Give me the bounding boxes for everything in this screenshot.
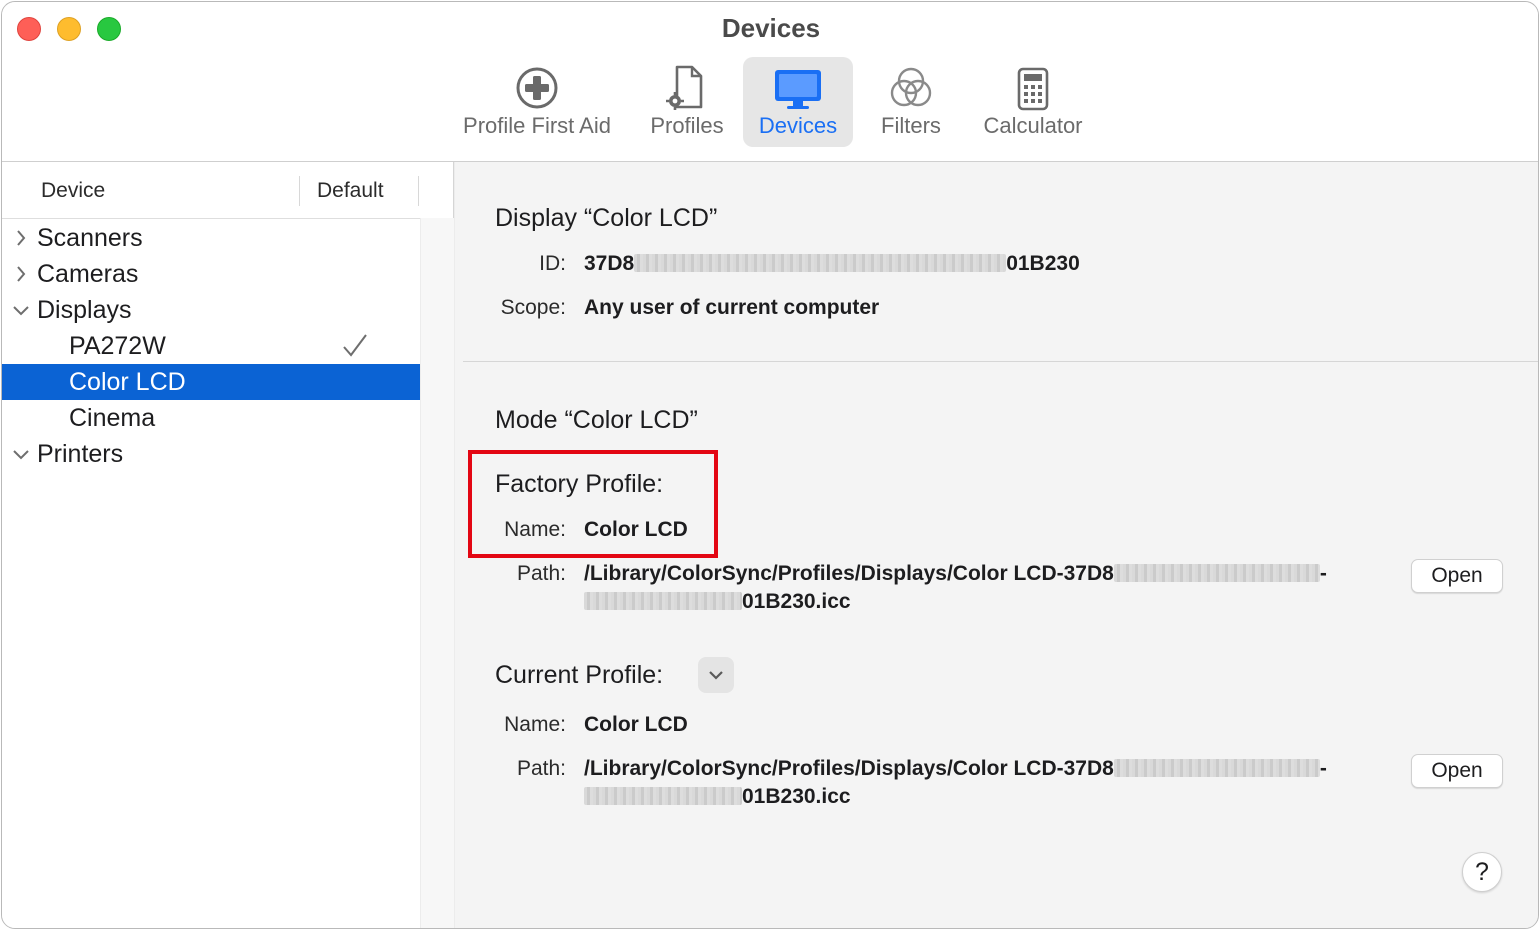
id-value: 37D8 01B230: [584, 252, 1080, 276]
sidebar-item-label: Printers: [37, 440, 124, 468]
current-path-line1: /Library/ColorSync/Profiles/Displays/Col…: [584, 757, 1327, 781]
checkmark-icon: [342, 332, 368, 360]
current-profile-heading: Current Profile:: [495, 661, 664, 689]
toolbar-item-devices[interactable]: Devices: [743, 57, 853, 147]
chevron-down-icon: [709, 671, 723, 680]
path-text: /Library/ColorSync/Profiles/Displays/Col…: [584, 757, 1114, 780]
path-text: 01B230.icc: [742, 785, 851, 808]
device-sidebar: Device Default Scanners Cameras Displays…: [2, 162, 454, 928]
window-title: Devices: [721, 13, 821, 43]
id-prefix: 37D8: [584, 252, 635, 275]
calculator-icon: [1007, 63, 1059, 113]
toolbar: Devices Profile First Aid Profiles Devic…: [2, 2, 1538, 162]
path-dash: -: [1319, 757, 1327, 780]
chevron-right-icon[interactable]: [12, 256, 30, 292]
help-button[interactable]: ?: [1462, 852, 1502, 892]
filters-icon: [885, 63, 937, 113]
sidebar-item-scanners[interactable]: Scanners: [2, 220, 420, 256]
chevron-right-icon[interactable]: [12, 220, 30, 256]
toolbar-item-label: Calculator: [983, 113, 1083, 138]
factory-open-button[interactable]: Open: [1411, 559, 1503, 593]
sidebar-item-label: Displays: [37, 296, 132, 324]
toolbar-item-label: Profile First Aid: [463, 113, 611, 138]
current-profile-popup-button[interactable]: [698, 657, 734, 693]
path-text: 01B230.icc: [742, 590, 851, 613]
sidebar-item-displays[interactable]: Displays: [2, 292, 420, 328]
factory-path-label: Path:: [516, 562, 566, 585]
sidebar-item-label: Color LCD: [69, 368, 186, 396]
scope-label: Scope:: [500, 296, 566, 319]
sidebar-item-color-lcd[interactable]: Color LCD: [2, 364, 420, 400]
column-separator: [418, 176, 419, 206]
factory-name-label: Name:: [504, 518, 566, 541]
toolbar-item-calculator[interactable]: Calculator: [972, 57, 1094, 147]
toolbar-item-label: Filters: [881, 113, 941, 138]
display-icon: [772, 63, 824, 113]
factory-path-line2: 01B230.icc: [584, 590, 851, 614]
sidebar-item-label: Cinema: [69, 404, 156, 432]
current-name-value: Color LCD: [584, 713, 688, 736]
device-detail-pane: Display “Color LCD” ID: 37D8 01B230 Scope…: [455, 162, 1538, 928]
toolbar-item-label: Profiles: [650, 113, 724, 138]
toolbar-item-profile-first-aid[interactable]: Profile First Aid: [452, 57, 622, 147]
chevron-down-icon[interactable]: [12, 436, 30, 472]
chevron-down-icon[interactable]: [12, 292, 30, 328]
toolbar-item-profiles[interactable]: Profiles: [642, 57, 732, 147]
column-header-default[interactable]: Default: [317, 162, 384, 218]
header-divider: [2, 218, 420, 219]
first-aid-icon: [511, 63, 563, 113]
sidebar-item-cinema[interactable]: Cinema: [2, 400, 420, 436]
path-dash: -: [1319, 562, 1327, 585]
current-name-label: Name:: [504, 713, 566, 736]
sidebar-item-label: Cameras: [37, 260, 139, 288]
current-open-button[interactable]: Open: [1411, 754, 1503, 788]
redacted-id-segment: [634, 254, 1007, 272]
redacted-path-segment: [584, 787, 742, 805]
sidebar-item-pa272w[interactable]: PA272W: [2, 328, 420, 364]
sidebar-item-printers[interactable]: Printers: [2, 436, 420, 472]
display-heading: Display “Color LCD”: [495, 204, 718, 232]
factory-path-line1: /Library/ColorSync/Profiles/Displays/Col…: [584, 562, 1327, 586]
mode-heading: Mode “Color LCD”: [495, 406, 698, 434]
toolbar-item-filters[interactable]: Filters: [872, 57, 950, 147]
sidebar-item-cameras[interactable]: Cameras: [2, 256, 420, 292]
redacted-path-segment: [1113, 759, 1320, 777]
sidebar-item-label: Scanners: [37, 224, 143, 252]
path-text: /Library/ColorSync/Profiles/Displays/Col…: [584, 562, 1114, 585]
scope-value: Any user of current computer: [584, 296, 880, 319]
profile-document-icon: [661, 63, 713, 113]
current-path-label: Path:: [516, 757, 566, 780]
redacted-path-segment: [584, 592, 742, 610]
column-separator: [299, 176, 300, 206]
factory-profile-heading: Factory Profile:: [495, 470, 664, 498]
id-suffix: 01B230: [1006, 252, 1080, 275]
sidebar-item-label: PA272W: [69, 332, 166, 360]
toolbar-item-label: Devices: [758, 113, 838, 138]
redacted-path-segment: [1113, 564, 1320, 582]
factory-name-value: Color LCD: [584, 518, 688, 541]
column-header-device[interactable]: Device: [41, 162, 105, 218]
id-label: ID:: [539, 252, 566, 275]
current-path-line2: 01B230.icc: [584, 785, 851, 809]
section-divider: [463, 361, 1538, 362]
colorsync-window: Devices Profile First Aid Profiles Devic…: [1, 1, 1539, 929]
